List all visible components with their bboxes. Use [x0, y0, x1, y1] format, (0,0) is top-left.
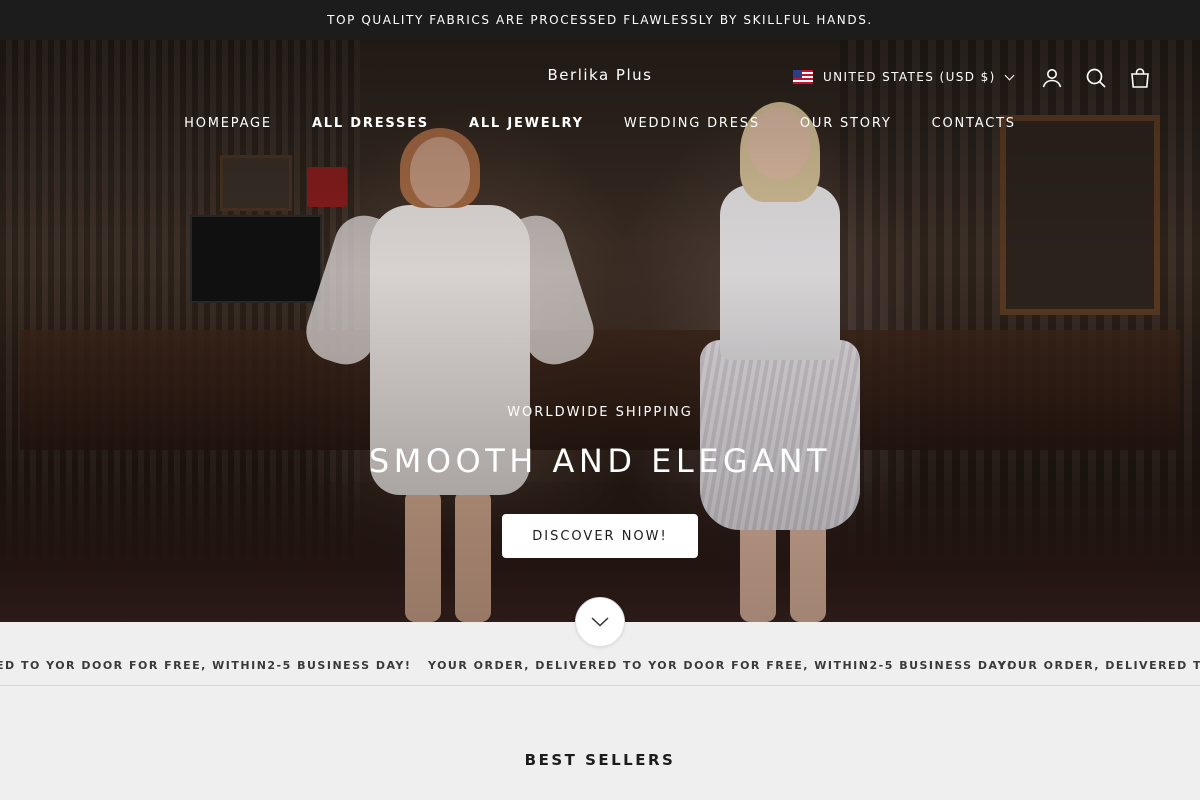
us-flag-icon [793, 70, 813, 84]
discover-now-button[interactable]: DISCOVER NOW! [502, 514, 698, 558]
locale-selector[interactable]: UNITED STATES (USD $) [793, 68, 1015, 86]
best-sellers-heading: BEST SELLERS [524, 751, 676, 769]
cart-icon[interactable] [1128, 66, 1152, 90]
nav-item-all-dresses[interactable]: ALL DRESSES [312, 116, 429, 131]
nav-item-wedding-dress[interactable]: WEDDING DRESS [624, 116, 760, 131]
nav-item-homepage[interactable]: HOMEPAGE [184, 116, 272, 131]
brand-logo[interactable]: Berlika Plus [0, 66, 1200, 84]
marquee-text: YOUR ORDER, DELIVERED TO YO [998, 659, 1200, 672]
nav-item-all-jewelry[interactable]: ALL JEWELRY [469, 116, 584, 131]
locale-label: UNITED STATES (USD $) [823, 70, 996, 84]
scroll-down-button[interactable] [575, 597, 625, 647]
chevron-down-icon [1004, 70, 1015, 80]
hero-subheading: WORLDWIDE SHIPPING [507, 405, 693, 420]
search-icon[interactable] [1084, 66, 1108, 90]
announcement-text: TOP QUALITY FABRICS ARE PROCESSED FLAWLE… [327, 13, 873, 27]
main-navigation: HOMEPAGE ALL DRESSES ALL JEWELRY WEDDING… [0, 116, 1200, 131]
hero-title: SMOOTH AND ELEGANT [368, 442, 832, 480]
marquee-text: YOUR ORDER, DELIVERED TO YOR DOOR FOR FR… [428, 659, 1014, 672]
account-icon[interactable] [1040, 66, 1064, 90]
nav-item-contacts[interactable]: CONTACTS [932, 116, 1016, 131]
chevron-down-icon [591, 617, 609, 627]
nav-item-our-story[interactable]: OUR STORY [800, 116, 892, 131]
announcement-bar: TOP QUALITY FABRICS ARE PROCESSED FLAWLE… [0, 0, 1200, 40]
marquee-text: RED TO YOR DOOR FOR FREE, WITHIN2-5 BUSI… [0, 659, 412, 672]
